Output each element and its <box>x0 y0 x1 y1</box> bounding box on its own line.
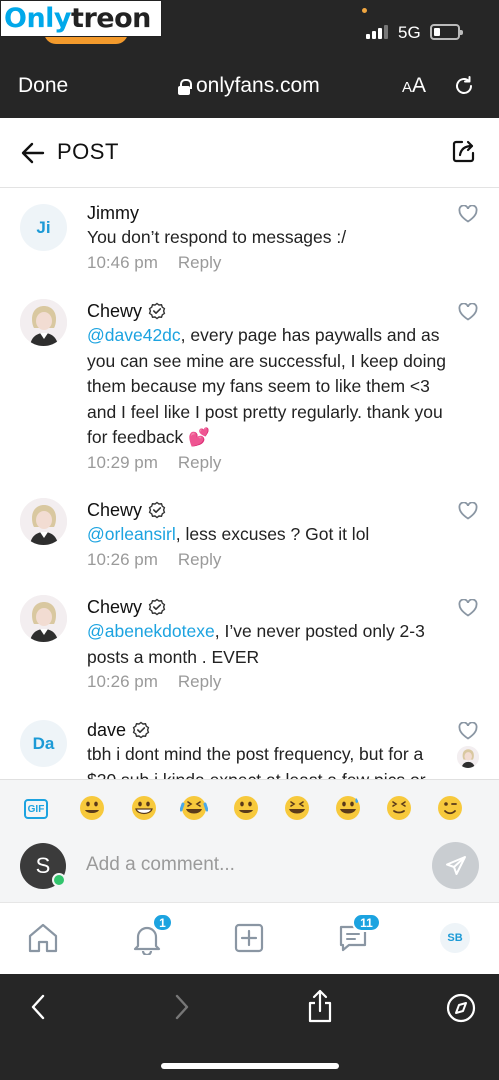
forward-icon[interactable] <box>168 992 194 1027</box>
avatar[interactable]: Da <box>20 720 67 767</box>
comment-time: 10:29 pm <box>87 452 158 472</box>
comment-text: tbh i dont mind the post frequency, but … <box>87 742 452 779</box>
comment-text-body: tbh i dont mind the post frequency, but … <box>87 744 426 779</box>
reload-icon[interactable] <box>452 74 476 103</box>
comment-time: 10:46 pm <box>87 252 158 272</box>
nav-messages[interactable]: 11 <box>336 913 381 960</box>
mention-link[interactable]: @orleansirl <box>87 524 176 544</box>
emoji-bar: GIF <box>0 779 499 835</box>
heart-icon[interactable] <box>458 302 478 326</box>
network-label: 5G <box>398 23 421 42</box>
winking-face-icon[interactable] <box>436 794 464 822</box>
comment-input[interactable] <box>86 850 406 880</box>
reply-button[interactable]: Reply <box>178 253 221 273</box>
verified-icon <box>148 598 166 616</box>
comment-time: 10:26 pm <box>87 549 158 569</box>
comment-author[interactable]: Jimmy <box>87 201 452 225</box>
battery-icon <box>430 24 463 40</box>
home-indicator <box>161 1063 339 1069</box>
text-size-small: A <box>402 79 413 96</box>
avatar[interactable] <box>20 299 67 346</box>
watermark-part1: Only <box>4 3 72 34</box>
nav-home[interactable] <box>26 921 60 960</box>
squinting-face-icon[interactable] <box>385 794 413 822</box>
comment-author[interactable]: Chewy <box>87 498 452 522</box>
nav-notifications[interactable]: 1 <box>130 913 173 960</box>
mention-link[interactable]: @dave42dc <box>87 325 181 345</box>
comment-text: You don’t respond to messages :/ <box>87 225 452 251</box>
comment-author[interactable]: dave <box>87 718 452 742</box>
reply-button[interactable]: Reply <box>178 453 221 473</box>
comment-composer: S <box>0 835 499 902</box>
reply-button[interactable]: Reply <box>178 672 221 692</box>
online-indicator <box>52 873 66 887</box>
grinning-squinting-face-icon[interactable] <box>283 794 311 822</box>
back-icon[interactable] <box>26 992 52 1027</box>
comment-author-name: dave <box>87 719 127 740</box>
done-button[interactable]: Done <box>18 74 68 98</box>
reply-button[interactable]: Reply <box>178 550 221 570</box>
text-size-large: A <box>412 74 427 97</box>
comment-author-name: Chewy <box>87 300 143 321</box>
camera-dot <box>362 8 367 13</box>
verified-icon <box>132 721 150 739</box>
grinning-face-icon[interactable] <box>232 794 260 822</box>
signal-icon <box>366 25 388 39</box>
send-button[interactable] <box>432 842 479 889</box>
comments-list[interactable]: Ji Jimmy You don’t respond to messages :… <box>0 189 499 779</box>
comment-text: @abenekdotexe, I’ve never posted only 2-… <box>87 619 452 670</box>
avatar[interactable] <box>20 595 67 642</box>
heart-icon[interactable] <box>458 501 478 525</box>
add-icon <box>234 923 264 953</box>
back-arrow-icon[interactable] <box>20 140 46 171</box>
verified-icon <box>148 501 166 519</box>
send-icon <box>445 855 466 875</box>
comment-meta: 10:26 pm Reply <box>87 672 452 692</box>
grinning-sweat-face-icon[interactable] <box>334 794 362 822</box>
grinning-face-icon[interactable] <box>78 794 106 822</box>
comment-author[interactable]: Chewy <box>87 299 452 323</box>
tears-of-joy-face-icon[interactable] <box>179 794 209 822</box>
avatar[interactable] <box>20 498 67 545</box>
nav-add[interactable] <box>232 921 266 960</box>
comment-text: @dave42dc, every page has paywalls and a… <box>87 323 452 451</box>
messages-badge: 11 <box>352 913 381 932</box>
bottom-nav: 1 11 SB <box>0 902 499 974</box>
lock-icon <box>178 78 192 95</box>
comment-author-name: Chewy <box>87 596 143 617</box>
avatar[interactable]: Ji <box>20 204 67 251</box>
url-bar[interactable]: onlyfans.com <box>178 74 320 98</box>
notification-badge: 1 <box>152 913 173 932</box>
comment-text-body: You don’t respond to messages :/ <box>87 227 347 247</box>
browser-toolbar <box>0 974 499 1080</box>
comment-text-body: , less excuses ? Got it lol <box>175 524 370 544</box>
liked-by-avatar <box>457 746 479 768</box>
comment-author-name: Chewy <box>87 499 143 520</box>
home-icon <box>28 923 58 953</box>
compass-icon[interactable] <box>445 992 477 1029</box>
mention-link[interactable]: @abenekdotexe <box>87 621 215 641</box>
share-sheet-icon[interactable] <box>305 988 335 1029</box>
page-title: POST <box>57 139 119 164</box>
beaming-face-icon[interactable] <box>130 794 158 822</box>
verified-icon <box>148 302 166 320</box>
url-text: onlyfans.com <box>196 74 320 97</box>
comment-meta: 10:46 pm Reply <box>87 253 452 273</box>
comment-meta: 10:29 pm Reply <box>87 453 452 473</box>
comment-author[interactable]: Chewy <box>87 595 452 619</box>
post-header: POST <box>0 118 499 188</box>
browser-bar: Done onlyfans.com AA <box>0 56 499 118</box>
watermark-logo: Only treon <box>0 0 162 37</box>
gif-button[interactable]: GIF <box>24 799 48 819</box>
text-size-button[interactable]: AA <box>402 74 426 98</box>
heart-icon[interactable] <box>458 721 478 745</box>
share-icon[interactable] <box>451 138 477 169</box>
comment-text: @orleansirl, less excuses ? Got it lol <box>87 522 452 548</box>
watermark-part2: treon <box>71 3 151 34</box>
heart-icon[interactable] <box>458 204 478 228</box>
heart-icon[interactable] <box>458 598 478 622</box>
profile-avatar[interactable]: SB <box>440 923 470 953</box>
comment-meta: 10:26 pm Reply <box>87 550 452 570</box>
comment-time: 10:26 pm <box>87 672 158 691</box>
